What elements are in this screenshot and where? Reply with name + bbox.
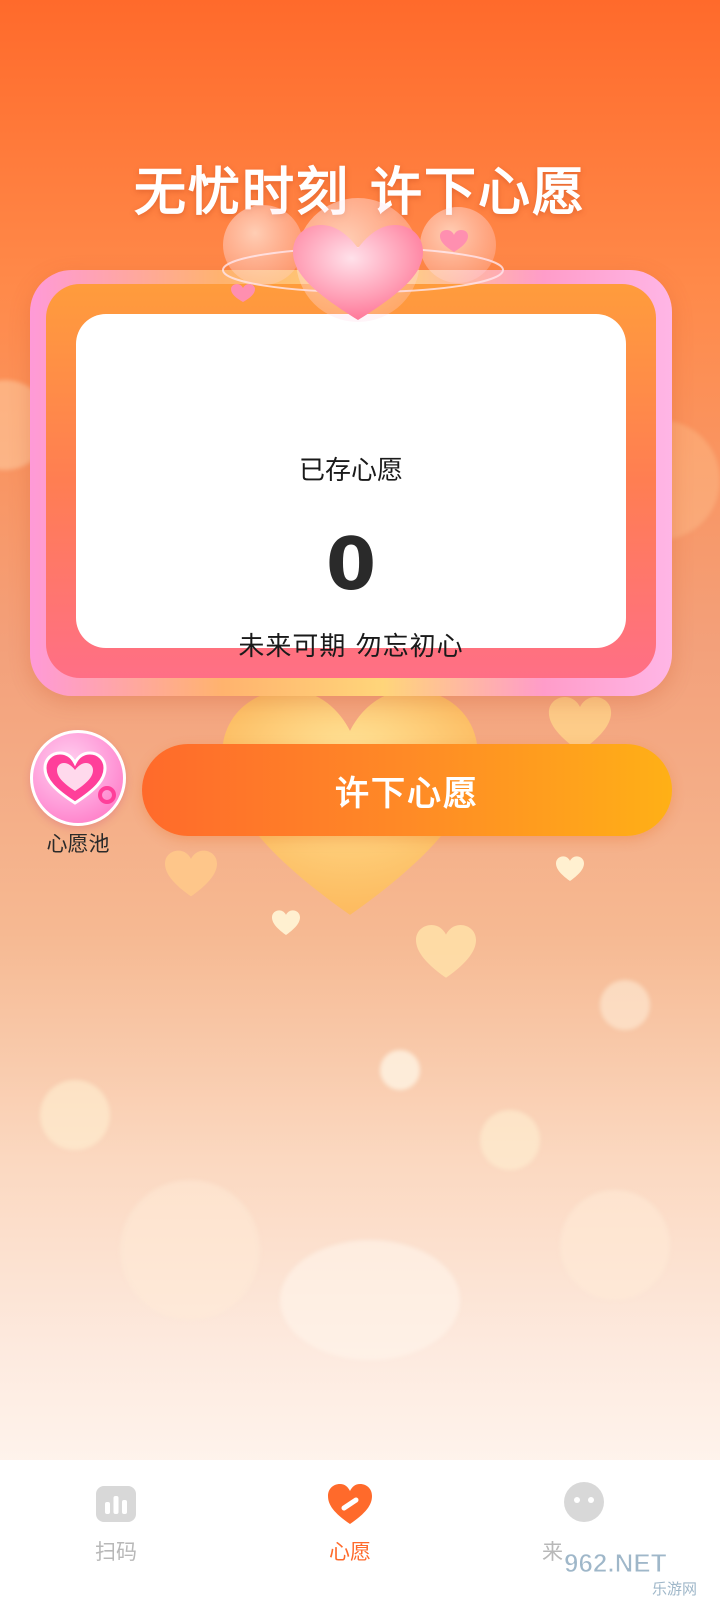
wish-card-border: 已存心愿 0 未来可期 勿忘初心: [46, 284, 656, 678]
tab-scan[interactable]: 扫码: [56, 1480, 176, 1590]
wish-pool-button[interactable]: 心愿池: [28, 730, 128, 860]
watermark-logo: 962.NET 乐游网: [564, 1548, 698, 1599]
scan-chart-icon: [96, 1486, 136, 1522]
tab-scan-label: 扫码: [95, 1540, 137, 1564]
svg-text:乐游网: 乐游网: [652, 1580, 697, 1598]
tab-wish-label: 心愿: [329, 1540, 371, 1564]
wish-card-motto: 未来可期 勿忘初心: [238, 632, 464, 662]
heart-icon: [328, 1484, 372, 1524]
small-heart: [272, 910, 300, 936]
wish-card-body: 已存心愿 0 未来可期 勿忘初心: [76, 314, 626, 662]
small-heart: [165, 850, 217, 897]
wish-pool-label: 心愿池: [46, 832, 110, 856]
smiley-icon: [564, 1482, 604, 1522]
saved-wishes-label: 已存心愿: [298, 456, 403, 486]
crystal-heart-decoration: [222, 198, 504, 322]
heart-pool-icon: [30, 730, 126, 826]
saved-wishes-count: 0: [325, 522, 377, 606]
svg-text:962.NET: 962.NET: [564, 1548, 667, 1578]
tab-wish[interactable]: 心愿: [290, 1480, 410, 1590]
small-heart: [416, 925, 476, 978]
make-wish-button[interactable]: 许下心愿: [142, 744, 672, 836]
small-heart: [556, 856, 584, 882]
